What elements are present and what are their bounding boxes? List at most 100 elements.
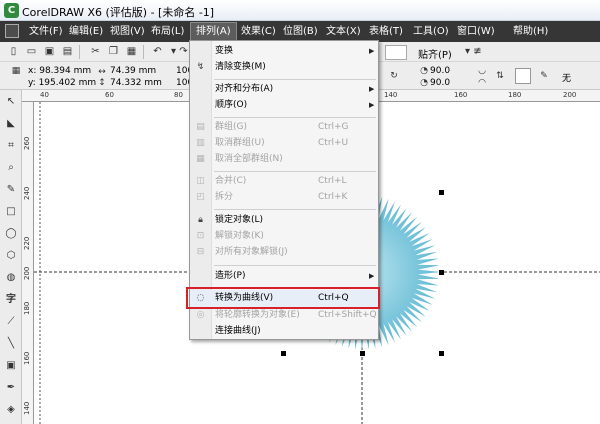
menu-bitmaps[interactable]: 位图(B) [278,23,323,40]
menu-tools[interactable]: 工具(O) [408,23,454,40]
rotation-angle-1-field[interactable]: 90.0 [430,66,450,76]
menu-edit[interactable]: 编辑(E) [64,23,108,40]
menu-item-lock-object[interactable]: 🔒︎ 锁定对象(L) [190,212,378,229]
menu-item-label: 顺序(O) [215,100,248,110]
ruler-tick-label: 160 [454,91,468,99]
options-icon[interactable]: ≢ [470,45,485,59]
menu-help[interactable]: 帮助(H) [508,23,553,40]
menu-item-align-distribute[interactable]: 对齐和分布(A) ▶ [190,81,378,98]
menu-item-unlock-all[interactable]: ⊟ 对所有对象解锁(J) [190,244,378,261]
paste-icon[interactable]: ▦ [124,45,139,59]
menu-separator [214,209,376,210]
window-title: CorelDRAW X6 (评估版) - [未命名 -1] [22,6,215,19]
width-field[interactable]: 74.39 mm [110,66,156,76]
menu-item-ungroup[interactable]: ▥ 取消群组(U) Ctrl+U [190,135,378,152]
pie-icon[interactable]: ◠ [476,77,488,89]
zoom-tool-icon[interactable]: ⌕ [3,160,19,176]
x-position-field[interactable]: x: 98.394 mm [28,66,91,76]
menu-item-combine[interactable]: ◫ 合并(C) Ctrl+L [190,173,378,190]
rotation-angle-2-field[interactable]: 90.0 [430,78,450,88]
menu-text[interactable]: 文本(X) [321,23,366,40]
rotate-icon[interactable]: ↻ [388,70,400,82]
new-document-icon[interactable]: ▯ [6,45,21,59]
freehand-tool-icon[interactable]: ✎ [3,182,19,198]
menu-shortcut: Ctrl+K [318,192,348,202]
menu-item-label: 对齐和分布(A) [215,84,274,94]
ruler-tick-label: 180 [508,91,522,99]
outline-to-object-icon: ◎ [196,310,205,320]
toolbox: ↖ ◣ ⌗ ⌕ ✎ □ ◯ ⬡ ◍ 字 ⟋ ╲ ▣ ✒ ◈ [0,90,22,424]
menu-effects[interactable]: 效果(C) [236,23,281,40]
menu-item-outline-to-object[interactable]: ◎ 将轮廓转换为对象(E) Ctrl+Shift+Q [190,307,378,324]
menu-item-shaping[interactable]: 造形(P) ▶ [190,268,378,285]
crop-tool-icon[interactable]: ⌗ [3,138,19,154]
menu-item-clear-transform[interactable]: ↯ 清除变换(M) [190,59,378,76]
menu-item-group[interactable]: ▤ 群组(G) Ctrl+G [190,119,378,136]
menu-layout[interactable]: 布局(L) [146,23,189,40]
menu-item-join-curves[interactable]: 连接曲线(J) [190,323,378,340]
fill-tool-icon[interactable]: ◈ [3,402,19,418]
direction-icon[interactable]: ⇅ [494,70,506,82]
snap-to-menu[interactable]: 贴齐(P) [418,46,452,61]
print-icon[interactable]: ▤ [60,45,75,59]
rectangle-tool-icon[interactable]: □ [3,204,19,220]
undo-icon[interactable]: ↶ [150,45,165,59]
blend-tool-icon[interactable]: ▣ [3,358,19,374]
ruler-tick-label: 180 [23,301,31,315]
menu-item-label: 取消群组(U) [215,138,265,148]
menu-item-ungroup-all[interactable]: ▦ 取消全部群组(N) [190,151,378,168]
highlight-annotation-box [186,287,380,309]
menu-item-transform[interactable]: 变换 ▶ [190,43,378,60]
outline-width-value[interactable]: 无 [562,71,571,84]
menu-separator [214,265,376,266]
lock-icon: 🔒︎ [198,215,203,225]
menu-shortcut: Ctrl+L [318,176,347,186]
parallel-dimension-tool-icon[interactable]: ⟋ [3,314,19,330]
menu-item-break-apart[interactable]: ◰ 拆分 Ctrl+K [190,189,378,206]
text-tool-icon[interactable]: 字 [3,292,19,308]
menu-item-label: 对所有对象解锁(J) [215,247,288,257]
menu-item-unlock-object[interactable]: ⊡ 解锁对象(K) [190,228,378,245]
menu-table[interactable]: 表格(T) [364,23,408,40]
ellipse-tool-icon[interactable]: ◯ [3,226,19,242]
ruler-tick-label: 200 [23,266,31,280]
menu-item-order[interactable]: 顺序(O) ▶ [190,97,378,114]
menu-item-label: 将轮廓转换为对象(E) [215,310,300,320]
ruler-tick-label: 80 [174,91,183,99]
polygon-tool-icon[interactable]: ⬡ [3,248,19,264]
cut-icon[interactable]: ✂ [88,45,103,59]
menu-window[interactable]: 窗口(W) [452,23,500,40]
toolbar-separator [79,45,80,59]
ruler-tick-label: 260 [23,136,31,150]
arc-icon[interactable]: ◡ [476,65,488,77]
ruler-tick-label: 200 [563,91,577,99]
shape-tool-icon[interactable]: ◣ [3,116,19,132]
wrap-option-box[interactable] [515,68,531,84]
menu-view[interactable]: 视图(V) [105,23,150,40]
height-field[interactable]: 74.332 mm [110,78,162,88]
save-icon[interactable]: ▣ [42,45,57,59]
menu-shortcut: Ctrl+G [318,122,349,132]
eyedropper-tool-icon[interactable]: ✒ [3,380,19,396]
title-bar: C CorelDRAW X6 (评估版) - [未命名 -1] [0,0,600,21]
document-icon[interactable] [5,24,19,38]
ruler-tick-label: 220 [23,236,31,250]
menu-file[interactable]: 文件(F) [24,23,68,40]
copy-icon[interactable]: ❐ [106,45,121,59]
menu-item-label: 连接曲线(J) [215,326,261,336]
menu-separator [214,117,376,118]
pen-icon: ✎ [540,71,548,81]
selection-handle [439,190,444,195]
submenu-arrow-icon: ▶ [369,101,375,109]
menu-arrange[interactable]: 排列(A) [190,22,237,41]
y-position-field[interactable]: y: 195.402 mm [28,78,96,88]
menu-item-label: 群组(G) [215,122,247,132]
connector-tool-icon[interactable]: ╲ [3,336,19,352]
menu-shortcut: Ctrl+Shift+Q [318,310,377,320]
basic-shapes-tool-icon[interactable]: ◍ [3,270,19,286]
open-folder-icon[interactable]: ▭ [24,45,39,59]
pick-tool-icon[interactable]: ↖ [3,94,19,110]
clear-transform-icon: ↯ [196,62,205,72]
zoom-level-select[interactable] [385,45,407,60]
ruler-tick-label: 140 [23,401,31,415]
